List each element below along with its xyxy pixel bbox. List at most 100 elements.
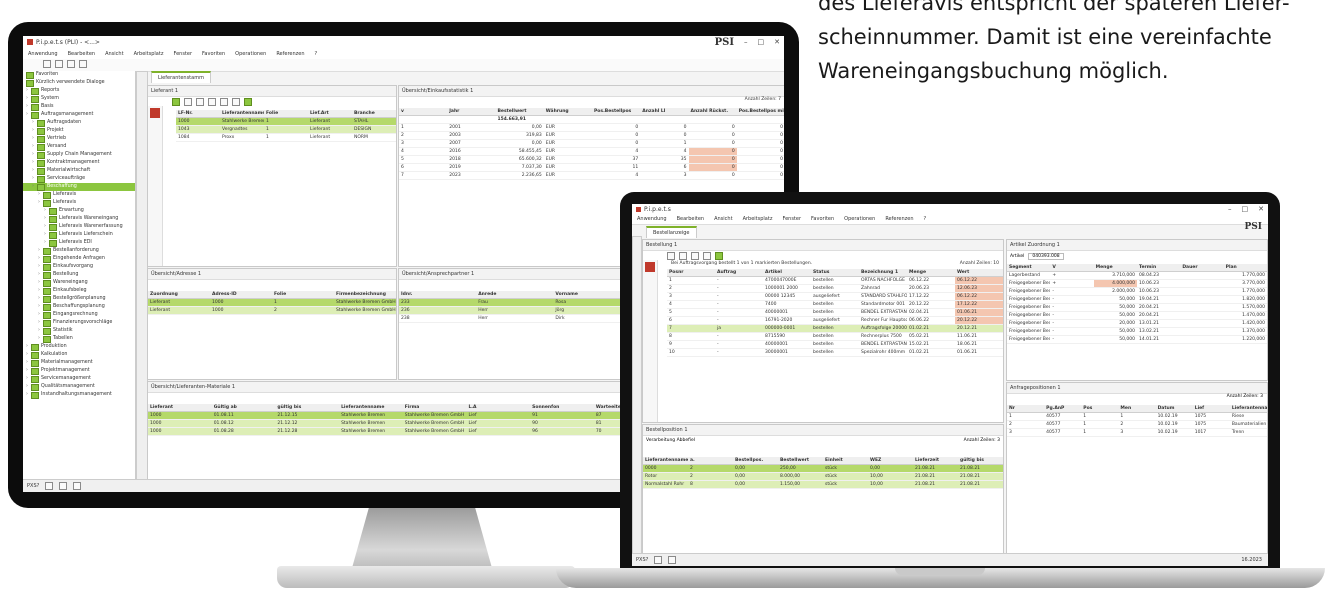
nav-item[interactable]: › Vertrieb <box>23 135 135 143</box>
nav-item[interactable]: › Bestellanforderung <box>23 247 135 255</box>
column-header[interactable]: Einheit <box>823 457 868 465</box>
table-row[interactable]: 6-16791-2020 ausgeliefert Rechner Fur Haup… <box>667 316 1003 325</box>
table-row[interactable]: 1 2001 0,00 EUR 0 0 0 0 <box>399 123 784 132</box>
nav-item[interactable]: › Lieferavis EDI <box>23 239 135 247</box>
column-header[interactable]: Bestellwert <box>778 457 823 465</box>
column-header[interactable]: Lieferzeit <box>913 457 958 465</box>
column-header[interactable]: Anzahl Rückst. <box>688 108 737 116</box>
status-icon-1[interactable] <box>654 556 663 564</box>
column-header[interactable]: WEZ <box>868 457 913 465</box>
column-header[interactable]: LF-Nr. <box>176 110 220 118</box>
column-header[interactable]: Folie <box>264 110 308 118</box>
open-icon[interactable] <box>667 252 675 260</box>
nav-item[interactable]: Favoriten <box>23 71 135 79</box>
table-row[interactable]: 2405771210.02.191075Baumaterialien Bodem <box>1007 420 1267 429</box>
menu-item-4[interactable]: Fenster <box>777 216 806 222</box>
artikel-input[interactable]: 040393.008 <box>1028 252 1064 260</box>
maximize-icon[interactable]: □ <box>1242 205 1249 213</box>
column-header[interactable]: Firma <box>402 404 467 412</box>
new-icon[interactable] <box>172 98 180 106</box>
nav-item[interactable]: › Auftragsmanagement <box>23 111 135 119</box>
nav-item[interactable]: › Tabellen <box>23 335 135 343</box>
back-icon[interactable] <box>55 60 63 68</box>
nav-item[interactable]: › Projekt <box>23 127 135 135</box>
table-row[interactable]: 1 40577 1 1 10.02.19 1075 Riese <box>1007 412 1267 421</box>
menu-item-4[interactable]: Fenster <box>168 51 197 57</box>
table-row[interactable]: Freigegebener Bedarf-20,00013.01.21 1.420… <box>1007 319 1267 328</box>
tab-bestellanzeige[interactable]: Bestellanzeige <box>646 226 697 238</box>
column-header[interactable]: V <box>1050 264 1094 272</box>
nav-item[interactable]: › Lieferavis <box>23 191 135 199</box>
column-header[interactable]: Lieferantenname <box>1229 405 1267 413</box>
column-header[interactable]: Bestellwert <box>495 108 544 116</box>
nav-item[interactable]: › Lieferavis Lieferschein <box>23 231 135 239</box>
table-row[interactable]: 1-4700047000E bestellen ORTAS NACHFOLGE 06.… <box>667 276 1003 285</box>
column-header[interactable]: v <box>399 108 448 116</box>
menu-item-7[interactable]: Referenzen <box>880 216 918 222</box>
table-row[interactable]: 5-40000001bestellenBENDEL EXTRASTANDARD … <box>667 308 1003 317</box>
filter-icon[interactable] <box>703 252 711 260</box>
arbeitsplatz-strip[interactable] <box>632 236 642 554</box>
column-header[interactable]: Lieferantenname <box>643 457 688 465</box>
nav-item[interactable]: › Einkaufsbeleg <box>23 287 135 295</box>
menu-item-2[interactable]: Ansicht <box>709 216 737 222</box>
nav-item[interactable]: › Versand <box>23 143 135 151</box>
table-row[interactable]: 6 2019 7.037,30 EUR 11 6 0 0 <box>399 163 784 172</box>
menu-item-3[interactable]: Arbeitsplatz <box>129 51 169 57</box>
save-icon[interactable] <box>679 252 687 260</box>
table-row[interactable]: Freigegebener Bedarf-50,00013.02.21 1.370… <box>1007 327 1267 336</box>
menu-item-3[interactable]: Arbeitsplatz <box>738 216 778 222</box>
table-row[interactable]: Freigegebener Bedarf-50,00020.04.21 1.570… <box>1007 303 1267 312</box>
table-row[interactable]: 5 2018 65.600,32 EUR 37 35 0 0 <box>399 155 784 164</box>
nav-item[interactable]: › Wareneingang <box>23 279 135 287</box>
column-header[interactable]: Pg.AnP <box>1044 405 1082 413</box>
menu-item-1[interactable]: Bearbeiten <box>63 51 100 57</box>
menu-item-0[interactable]: Anwendung <box>632 216 672 222</box>
column-header[interactable]: Dauer <box>1180 264 1224 272</box>
status-icon-2[interactable] <box>668 556 677 564</box>
column-header[interactable]: Bezeichnung 1 <box>859 269 907 277</box>
menu-item-5[interactable]: Favoriten <box>806 216 839 222</box>
status-icon-3[interactable] <box>73 482 82 490</box>
column-header[interactable]: Branche <box>352 110 396 118</box>
column-header[interactable]: gültig bis <box>275 404 340 412</box>
column-header[interactable]: Anzahl LI <box>640 108 689 116</box>
print-icon[interactable] <box>232 98 240 106</box>
table-row[interactable]: Freigegebener Bedarf+4.000,00010.06.23 3.… <box>1007 279 1267 288</box>
nav-item[interactable]: › Basis <box>23 103 135 111</box>
table-row[interactable]: 7 2023 2.236,65 EUR 4 3 0 0 <box>399 171 784 180</box>
nav-item[interactable]: › System <box>23 95 135 103</box>
table-row[interactable]: 10-30000001 bestellen Spezialrohr 400mm 01.… <box>667 348 1003 357</box>
home-icon[interactable] <box>43 60 51 68</box>
nav-item[interactable]: › Lieferavis Wareneingang <box>23 215 135 223</box>
column-header[interactable]: Wert <box>955 269 1003 277</box>
table-row[interactable]: 3 40577 1 3 10.02.19 1017 Trenn <box>1007 428 1267 437</box>
save-icon[interactable] <box>196 98 204 106</box>
column-header[interactable]: Datum <box>1155 405 1193 413</box>
table-row[interactable]: 4 2016 58.455,45 EUR 4 4 0 0 <box>399 147 784 156</box>
flag-icon[interactable] <box>150 108 160 118</box>
nav-item[interactable]: › Einkaufsvorgang <box>23 263 135 271</box>
table-row[interactable]: Freigegebener Bedarf-50,00019.04.21 1.820… <box>1007 295 1267 304</box>
flag-icon[interactable] <box>645 262 655 272</box>
nav-item[interactable]: › Lieferavis <box>23 199 135 207</box>
column-header[interactable]: Firmenbezeichnung <box>334 291 396 299</box>
column-header[interactable]: Pos.Bestellpos <box>592 108 641 116</box>
column-header[interactable]: Lief.Art <box>308 110 352 118</box>
table-row[interactable]: Rotor 2 0,00 8.000,00 stück 10,00 21.08.21 21.0… <box>643 472 1003 481</box>
table-row[interactable]: 1084 Proxx 1 Lieferant NORM <box>176 133 396 142</box>
column-header[interactable]: Bestellpos. <box>733 457 778 465</box>
nav-item[interactable]: › Supply Chain Management <box>23 151 135 159</box>
column-header[interactable]: Auftrag <box>715 269 763 277</box>
table-row[interactable]: Freigegebener Bedarf-50,00020.04.21 1.470… <box>1007 311 1267 320</box>
column-header[interactable]: Menge <box>1093 264 1137 272</box>
column-header[interactable]: Vorname <box>553 291 631 299</box>
nav-item[interactable]: › Beschaffung <box>23 183 135 191</box>
column-header[interactable]: Menge <box>907 269 955 277</box>
nav-item[interactable]: › Serviceaufträge <box>23 175 135 183</box>
maximize-icon[interactable]: □ <box>758 38 765 46</box>
nav-item[interactable]: › Beschaffungsplanung <box>23 303 135 311</box>
column-header[interactable]: Lief <box>1192 405 1230 413</box>
nav-item[interactable]: › Eingehende Anfragen <box>23 255 135 263</box>
nav-item[interactable]: › Produktion <box>23 343 135 351</box>
